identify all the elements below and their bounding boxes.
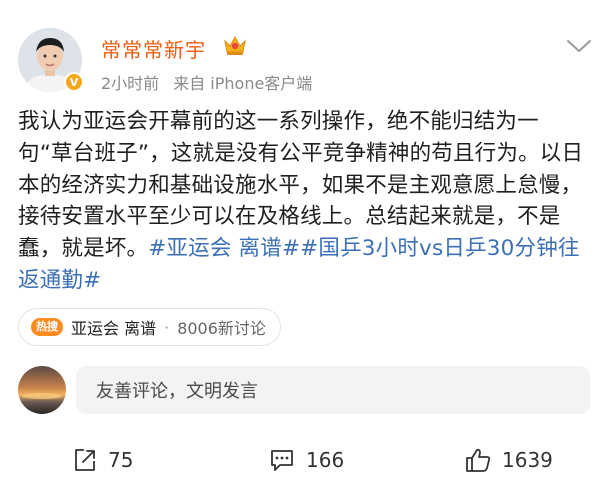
comment-icon <box>271 450 293 471</box>
topic-name: 亚运会 离谱 <box>71 319 157 338</box>
like-button[interactable]: 1639 <box>464 446 553 474</box>
hot-search-badge: 热搜 <box>31 318 63 336</box>
source-prefix: 来自 <box>173 74 206 93</box>
repost-button[interactable]: 75 <box>72 446 133 474</box>
source-client: iPhone客户端 <box>210 74 313 93</box>
crown-icon[interactable] <box>223 34 247 56</box>
post-header: V 常常常新宇 2小时前 来自 iPhone客户端 <box>0 0 608 104</box>
verified-icon: V <box>64 72 84 92</box>
comment-count: 166 <box>306 448 345 472</box>
post-time: 2小时前 <box>101 74 160 93</box>
repost-count: 75 <box>108 448 134 472</box>
author-avatar-wrap[interactable]: V <box>18 28 84 92</box>
action-bar: 75 166 1639 <box>0 436 608 484</box>
commenter-avatar <box>18 366 66 414</box>
like-icon <box>466 448 491 472</box>
post-meta: 2小时前 来自 iPhone客户端 <box>101 70 312 94</box>
topic-separator: · <box>164 317 170 337</box>
post-text: 我认为亚运会开幕前的这一系列操作，绝不能归结为一句“草台班子”，这就是没有公平竞… <box>18 106 590 297</box>
chevron-down-icon[interactable] <box>566 38 592 54</box>
sunset-avatar-image <box>18 366 66 414</box>
repost-icon <box>75 449 95 471</box>
comment-input[interactable]: 友善评论，文明发言 <box>76 366 590 414</box>
like-count: 1639 <box>502 448 553 472</box>
topic-discussion-count: 8006新讨论 <box>177 319 266 338</box>
author-name[interactable]: 常常常新宇 <box>101 34 206 63</box>
comment-placeholder: 友善评论，文明发言 <box>96 381 258 402</box>
comment-button[interactable]: 166 <box>268 446 344 474</box>
comment-row: 友善评论，文明发言 <box>0 358 608 422</box>
hot-topic-pill[interactable]: 热搜 亚运会 离谱 · 8006新讨论 <box>18 308 281 346</box>
